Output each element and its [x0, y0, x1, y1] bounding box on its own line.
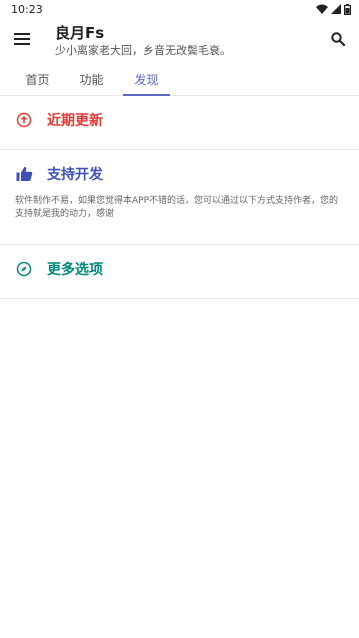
tab-label: 功能 [79, 73, 104, 87]
section-description: 软件制作不易，如果您觉得本APP不错的话，您可以通过以下方式支持作者，您的支持就… [15, 196, 339, 219]
tab-home[interactable]: 首页 [15, 64, 60, 95]
tab-label: 发现 [134, 73, 159, 87]
tab-label: 首页 [25, 73, 50, 87]
wifi-icon [316, 4, 328, 14]
section-label: 更多选项 [47, 262, 103, 278]
arrow-up-circle-icon [15, 111, 33, 129]
tab-discover[interactable]: 发现 [123, 64, 170, 96]
search-icon [331, 32, 345, 46]
app-subtitle: 少小离家老大回，乡音无改鬓毛衰。 [55, 44, 231, 57]
section-recent-updates[interactable]: 近期更新 [0, 96, 359, 150]
status-time: 10:23 [11, 2, 43, 16]
app-title: 良月Fs [55, 24, 105, 42]
signal-icon [331, 4, 341, 14]
section-label: 近期更新 [47, 113, 103, 129]
menu-button[interactable] [11, 28, 33, 50]
section-label: 支持开发 [47, 167, 103, 183]
compass-icon [15, 260, 33, 278]
tab-bar: 首页 功能 发现 [0, 64, 359, 96]
battery-icon [344, 3, 351, 15]
section-more-options[interactable]: 更多选项 [0, 245, 359, 299]
app-bar: 良月Fs 少小离家老大回，乡音无改鬓毛衰。 [0, 18, 359, 64]
status-icons [316, 3, 351, 15]
search-button[interactable] [327, 28, 349, 50]
section-support-development[interactable]: 支持开发 软件制作不易，如果您觉得本APP不错的话，您可以通过以下方式支持作者，… [0, 150, 359, 245]
thumb-up-icon [15, 165, 33, 183]
status-bar: 10:23 [0, 0, 359, 18]
menu-icon [14, 33, 30, 45]
tab-features[interactable]: 功能 [69, 64, 114, 95]
